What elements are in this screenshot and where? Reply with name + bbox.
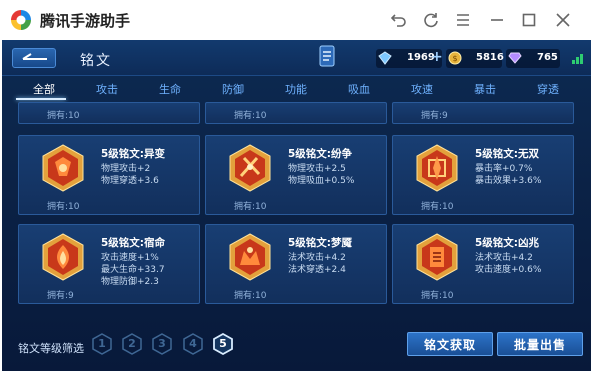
top-bar: 铭文 1969 + $ 5816 765 [2, 40, 591, 76]
rune-attr: 物理穿透+3.6 [101, 176, 159, 186]
back-button[interactable] [12, 48, 56, 68]
tab-utility[interactable]: 功能 [271, 81, 321, 97]
level-number: 5 [219, 337, 227, 350]
owned-count: 拥有:9 [421, 111, 448, 121]
level-filter-5[interactable]: 5 [212, 332, 234, 356]
maximize-icon[interactable] [519, 10, 539, 30]
owned-count: 拥有:9 [47, 291, 74, 301]
app-logo-icon [11, 10, 31, 30]
rune-emblem-icon [42, 144, 84, 192]
rune-card-partial[interactable]: 拥有:9 [392, 102, 574, 124]
back-icon[interactable] [389, 10, 409, 30]
rune-card-partial[interactable]: 拥有:10 [205, 102, 387, 124]
tab-all[interactable]: 全部 [19, 81, 69, 97]
owned-count: 拥有:10 [421, 291, 454, 301]
rune-emblem-icon [229, 233, 271, 281]
level-number: 3 [158, 337, 166, 350]
rune-emblem-icon [229, 144, 271, 192]
close-icon[interactable] [553, 10, 573, 30]
add-gems-icon[interactable]: + [431, 49, 443, 65]
level-filter-4[interactable]: 4 [182, 333, 204, 355]
rune-attr: 法术攻击+4.2 [475, 253, 533, 263]
rune-attr: 攻击速度+1% [101, 253, 159, 263]
window-title: 腾讯手游助手 [40, 12, 131, 30]
gem-icon [378, 51, 392, 65]
rune-emblem-icon [416, 144, 458, 192]
tab-attack-speed[interactable]: 攻速 [397, 81, 447, 97]
minimize-icon[interactable] [487, 10, 507, 30]
rune-attr: 物理攻击+2.5 [288, 164, 346, 174]
rune-attr: 法术穿透+2.4 [288, 265, 346, 275]
rune-card[interactable]: 5级铭文:梦魇 法术攻击+4.2 法术穿透+2.4 拥有:10 [205, 224, 387, 304]
rune-attr: 最大生命+33.7 [101, 265, 165, 275]
rune-attr: 暴击效果+3.6% [475, 176, 542, 186]
rune-attr: 物理攻击+2 [101, 164, 151, 174]
diamonds-value: 765 [537, 52, 558, 63]
svg-text:$: $ [452, 54, 457, 63]
owned-count: 拥有:10 [421, 202, 454, 212]
rune-attr: 法术攻击+4.2 [288, 253, 346, 263]
rune-attr: 物理防御+2.3 [101, 277, 159, 287]
signal-icon [572, 54, 583, 64]
window-titlebar: 腾讯手游助手 [0, 0, 593, 40]
rune-card[interactable]: 5级铭文:纷争 物理攻击+2.5 物理吸血+0.5% 拥有:10 [205, 135, 387, 215]
owned-count: 拥有:10 [47, 202, 80, 212]
rune-attr: 暴击率+0.7% [475, 164, 533, 174]
rune-card[interactable]: 5级铭文:异变 物理攻击+2 物理穿透+3.6 拥有:10 [18, 135, 200, 215]
active-tab-indicator [16, 98, 66, 100]
tab-defense[interactable]: 防御 [208, 81, 258, 97]
level-number: 1 [98, 337, 106, 350]
game-screen: 铭文 1969 + $ 5816 765 全部 攻击 生命 防御 功能 吸血 攻… [2, 40, 591, 371]
page-title: 铭文 [80, 53, 112, 69]
menu-icon[interactable] [453, 10, 473, 30]
rune-emblem-icon [42, 233, 84, 281]
owned-count: 拥有:10 [234, 111, 267, 121]
level-filter-label: 铭文等级筛选 [18, 342, 84, 355]
rune-name: 5级铭文:无双 [475, 148, 540, 160]
tab-lifesteal[interactable]: 吸血 [334, 81, 384, 97]
rune-card[interactable]: 5级铭文:无双 暴击率+0.7% 暴击效果+3.6% 拥有:10 [392, 135, 574, 215]
rune-attr: 攻击速度+0.6% [475, 265, 542, 275]
category-tabs: 全部 攻击 生命 防御 功能 吸血 攻速 暴击 穿透 [2, 78, 591, 100]
owned-count: 拥有:10 [234, 291, 267, 301]
rune-page-icon[interactable] [318, 44, 336, 70]
rune-name: 5级铭文:梦魇 [288, 237, 353, 249]
rune-card[interactable]: 5级铭文:宿命 攻击速度+1% 最大生命+33.7 物理防御+2.3 拥有:9 [18, 224, 200, 304]
level-filter-3[interactable]: 3 [151, 333, 173, 355]
rune-name: 5级铭文:纷争 [288, 148, 353, 160]
acquire-runes-button[interactable]: 铭文获取 [407, 332, 493, 356]
owned-count: 拥有:10 [47, 111, 80, 121]
rune-name: 5级铭文:凶兆 [475, 237, 540, 249]
tab-health[interactable]: 生命 [145, 81, 195, 97]
rune-name: 5级铭文:异变 [101, 148, 166, 160]
owned-count: 拥有:10 [234, 202, 267, 212]
bulk-sell-button[interactable]: 批量出售 [497, 332, 583, 356]
rune-card-partial[interactable]: 拥有:10 [18, 102, 200, 124]
level-filter-1[interactable]: 1 [91, 333, 113, 355]
tab-critical[interactable]: 暴击 [460, 81, 510, 97]
tab-attack[interactable]: 攻击 [82, 81, 132, 97]
diamond-icon [508, 52, 522, 64]
rune-emblem-icon [416, 233, 458, 281]
refresh-icon[interactable] [421, 10, 441, 30]
level-number: 4 [189, 337, 197, 350]
rune-name: 5级铭文:宿命 [101, 237, 166, 249]
level-number: 2 [128, 337, 136, 350]
tab-penetration[interactable]: 穿透 [523, 81, 573, 97]
rune-attr: 物理吸血+0.5% [288, 176, 355, 186]
rune-card[interactable]: 5级铭文:凶兆 法术攻击+4.2 攻击速度+0.6% 拥有:10 [392, 224, 574, 304]
gold-coin-icon: $ [448, 51, 462, 65]
arrow-left-icon [22, 53, 47, 60]
gold-value: 5816 [476, 52, 504, 63]
level-filter-2[interactable]: 2 [121, 333, 143, 355]
